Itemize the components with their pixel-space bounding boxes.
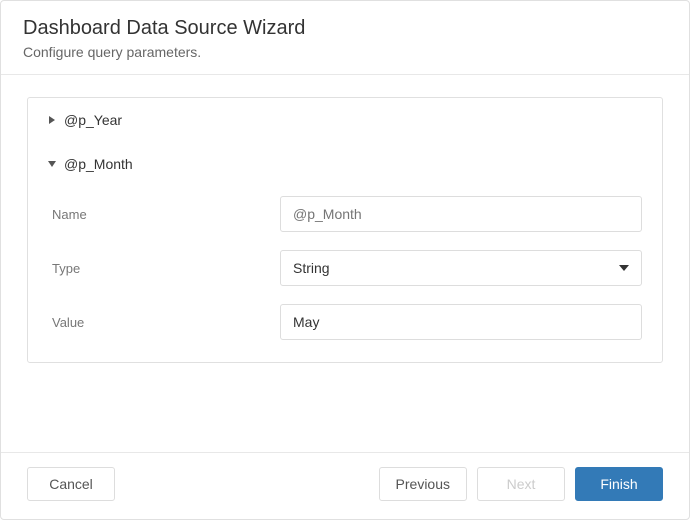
finish-button[interactable]: Finish xyxy=(575,467,663,501)
value-input[interactable] xyxy=(280,304,642,340)
name-input[interactable] xyxy=(280,196,642,232)
triangle-right-icon xyxy=(48,116,58,124)
triangle-down-icon xyxy=(48,160,58,168)
cancel-button[interactable]: Cancel xyxy=(27,467,115,501)
field-label-value: Value xyxy=(48,315,280,330)
parameter-row-expanded[interactable]: @p_Month xyxy=(28,142,662,178)
field-label-type: Type xyxy=(48,261,280,276)
dialog-subtitle: Configure query parameters. xyxy=(23,44,667,60)
parameter-label: @p_Month xyxy=(64,156,133,172)
dialog-body: @p_Year @p_Month Name Type xyxy=(1,75,689,452)
field-control-name xyxy=(280,196,642,232)
field-label-name: Name xyxy=(48,207,280,222)
type-select[interactable]: String xyxy=(280,250,642,286)
dialog-title: Dashboard Data Source Wizard xyxy=(23,17,667,40)
previous-button[interactable]: Previous xyxy=(379,467,467,501)
footer-right-group: Previous Next Finish xyxy=(379,467,663,501)
parameters-panel: @p_Year @p_Month Name Type xyxy=(27,97,663,363)
field-control-type: String xyxy=(280,250,642,286)
field-row-type: Type String xyxy=(48,250,642,286)
dialog-footer: Cancel Previous Next Finish xyxy=(1,452,689,519)
field-row-name: Name xyxy=(48,196,642,232)
chevron-down-icon xyxy=(619,265,629,271)
parameter-label: @p_Year xyxy=(64,112,122,128)
field-control-value xyxy=(280,304,642,340)
type-select-value: String xyxy=(293,260,330,276)
parameter-row-collapsed[interactable]: @p_Year xyxy=(28,98,662,142)
wizard-dialog: Dashboard Data Source Wizard Configure q… xyxy=(0,0,690,520)
field-row-value: Value xyxy=(48,304,642,340)
dialog-header: Dashboard Data Source Wizard Configure q… xyxy=(1,1,689,75)
parameter-detail: Name Type String xyxy=(28,196,662,362)
next-button: Next xyxy=(477,467,565,501)
